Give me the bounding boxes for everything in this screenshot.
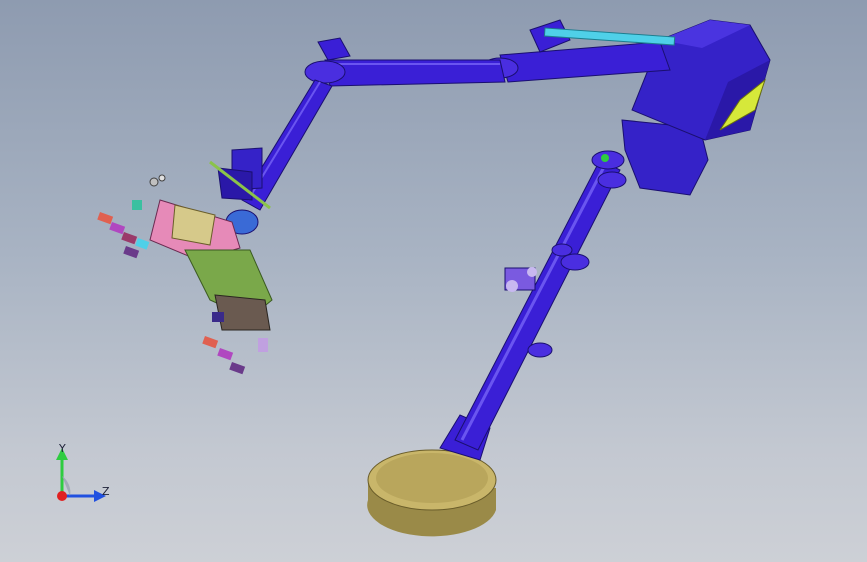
y-axis-label: Y	[59, 442, 66, 455]
z-axis-label: Z	[102, 485, 110, 498]
triad-axes	[56, 448, 106, 502]
orientation-triad: Y Z	[40, 438, 120, 510]
vertical-column[interactable]	[454, 159, 627, 451]
lower-arm[interactable]	[241, 79, 333, 211]
assembly-model[interactable]	[0, 0, 867, 562]
upper-arm[interactable]	[481, 19, 676, 83]
column-side-fitting	[504, 267, 537, 292]
cad-viewport[interactable]: Y Z	[0, 0, 867, 562]
base-disc[interactable]	[367, 449, 497, 537]
upper-suction-cluster[interactable]	[97, 174, 166, 259]
middle-arm[interactable]	[304, 37, 506, 87]
